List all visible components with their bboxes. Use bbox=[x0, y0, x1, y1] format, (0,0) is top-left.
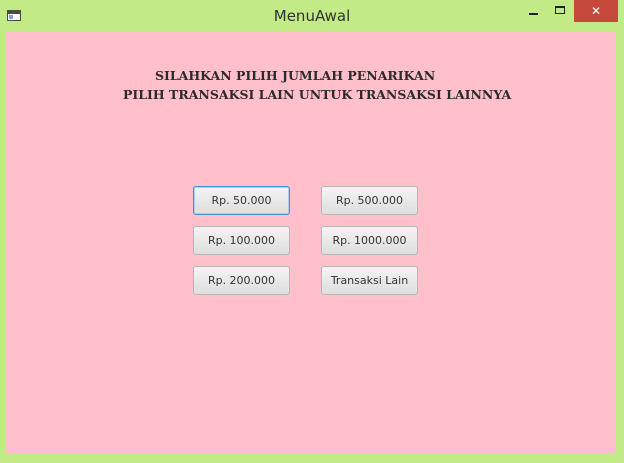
window-titlebar: MenuAwal ✕ bbox=[0, 0, 624, 32]
minimize-button[interactable] bbox=[520, 0, 546, 22]
heading-withdrawal: SILAHKAN PILIH JUMLAH PENARIKAN bbox=[155, 68, 436, 83]
main-panel: SILAHKAN PILIH JUMLAH PENARIKAN PILIH TR… bbox=[6, 32, 616, 454]
close-button[interactable]: ✕ bbox=[574, 0, 618, 22]
amount-100000-button[interactable]: Rp. 100.000 bbox=[193, 226, 290, 255]
other-transaction-button[interactable]: Transaksi Lain bbox=[321, 266, 418, 295]
amount-50000-button[interactable]: Rp. 50.000 bbox=[193, 186, 290, 215]
maximize-button[interactable] bbox=[547, 0, 573, 22]
amount-1000000-button[interactable]: Rp. 1000.000 bbox=[321, 226, 418, 255]
amount-500000-button[interactable]: Rp. 500.000 bbox=[321, 186, 418, 215]
heading-other-transaction: PILIH TRANSAKSI LAIN UNTUK TRANSAKSI LAI… bbox=[123, 87, 512, 102]
amount-200000-button[interactable]: Rp. 200.000 bbox=[193, 266, 290, 295]
